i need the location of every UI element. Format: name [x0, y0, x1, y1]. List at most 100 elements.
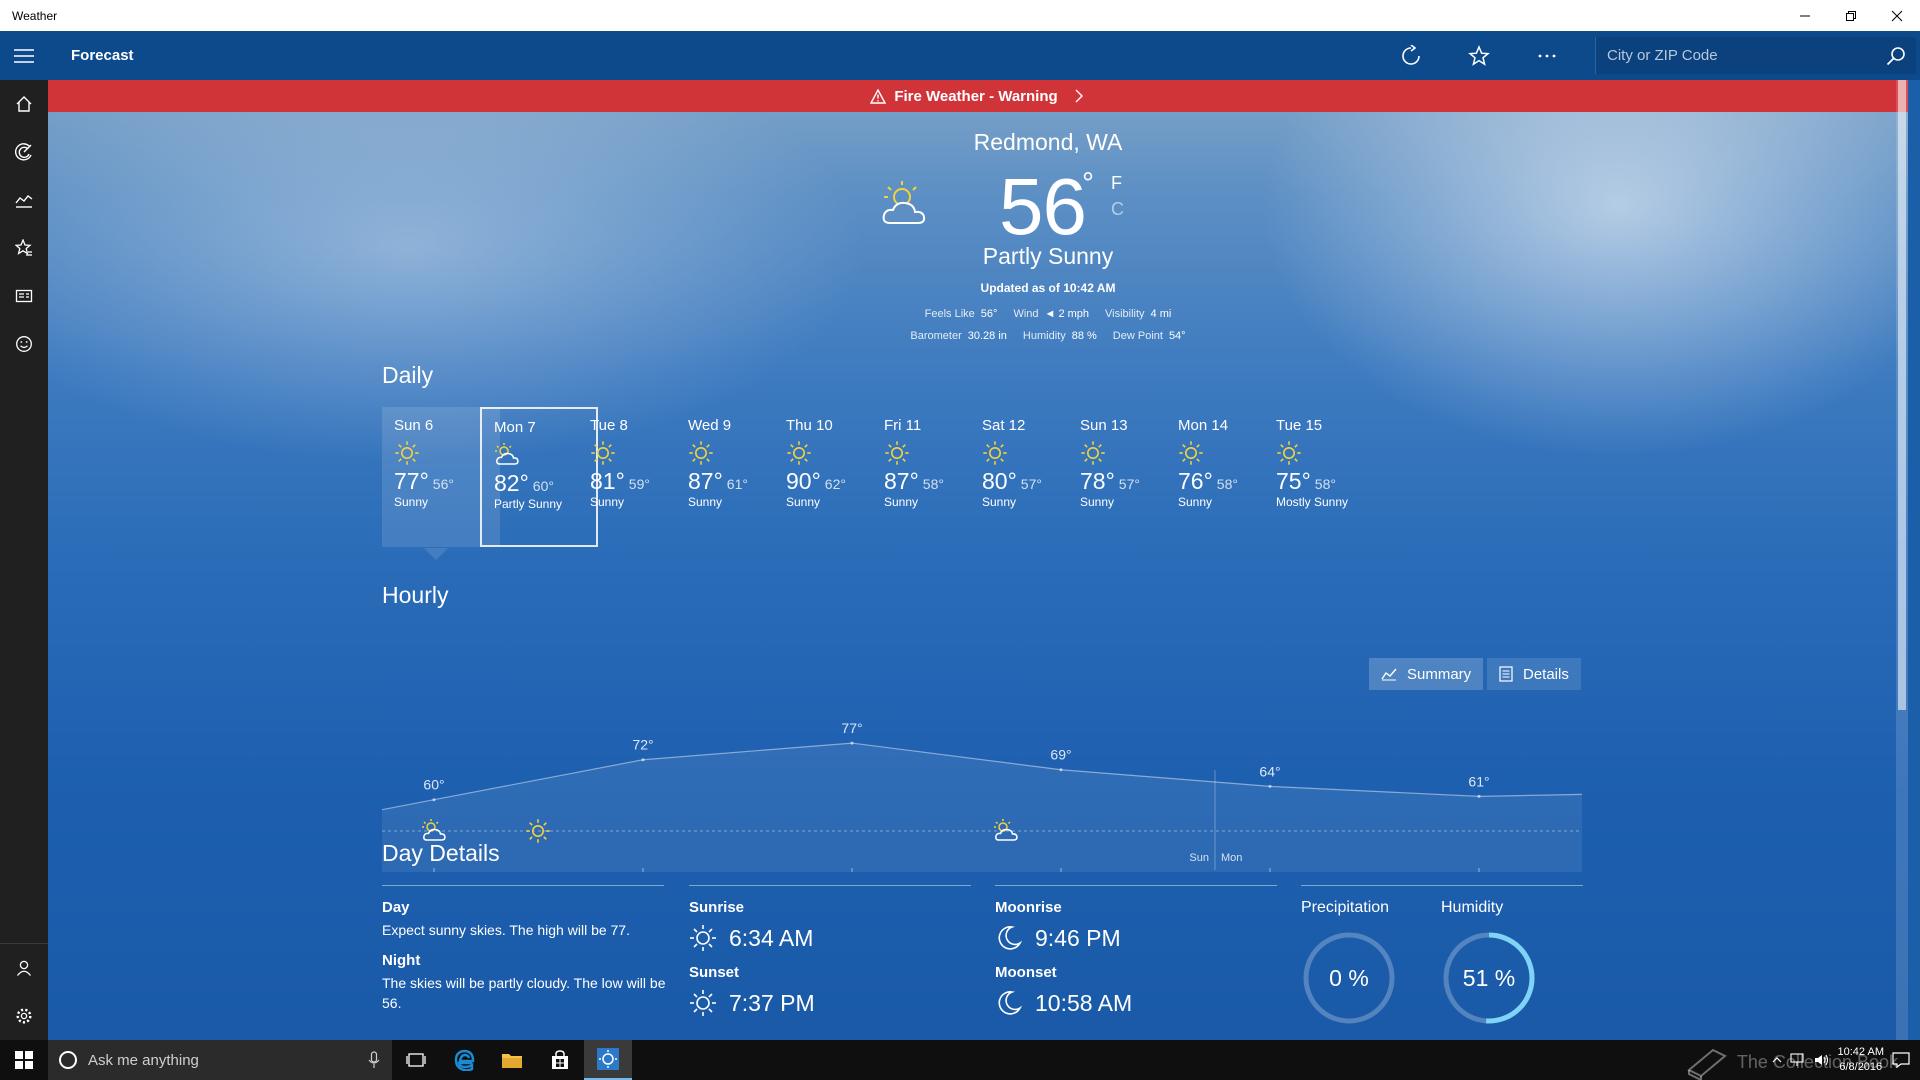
- metric-feels-like: Feels Like 56°: [924, 308, 998, 320]
- hamburger-menu-button[interactable]: [0, 31, 48, 80]
- day-condition: Sunny: [1080, 495, 1115, 509]
- search-icon: [1886, 46, 1905, 65]
- hourly-temp-label: 72°: [632, 737, 653, 753]
- news-icon: [15, 289, 33, 303]
- nav-places[interactable]: [0, 224, 48, 272]
- day-low: 58°: [922, 476, 944, 492]
- taskbar-file-explorer[interactable]: [488, 1040, 536, 1080]
- day-name: Sat 12: [982, 417, 1026, 434]
- sun-icon: [1081, 441, 1105, 465]
- x-tick-label: 5 am: [1462, 877, 1496, 880]
- moon-icon: [998, 991, 1023, 1015]
- summary-tab[interactable]: Summary: [1369, 658, 1484, 690]
- nav-maps[interactable]: [0, 128, 48, 176]
- day-split-after: Mon: [1221, 852, 1242, 864]
- sunrise-time: 6:34 AM: [729, 924, 814, 951]
- search-button[interactable]: [1876, 37, 1916, 74]
- scrollbar-thumb[interactable]: [1898, 80, 1906, 710]
- day-high: 80°: [982, 468, 1017, 494]
- day-icon: [394, 440, 488, 466]
- metric-dew-point: Dew Point 54°: [1112, 330, 1186, 342]
- taskbar-weather[interactable]: [584, 1040, 632, 1080]
- cortana-search[interactable]: Ask me anything: [48, 1040, 392, 1080]
- unit-fahrenheit[interactable]: F: [1111, 173, 1122, 194]
- sun-icon: [1179, 441, 1203, 465]
- hourly-temp-label: 61°: [1468, 773, 1489, 789]
- moonrise-row: 9:46 PM: [995, 924, 1275, 952]
- taskbar-edge[interactable]: [440, 1040, 488, 1080]
- day-low: 59°: [628, 476, 650, 492]
- start-button[interactable]: [0, 1040, 48, 1080]
- x-tick-label: 1 am: [1253, 877, 1287, 880]
- day-high: 81°: [590, 468, 625, 494]
- day-condition: Sunny: [688, 495, 723, 509]
- nav-home[interactable]: [0, 80, 48, 128]
- day-high: 76°: [1178, 468, 1213, 494]
- refresh-button[interactable]: [1377, 31, 1445, 80]
- summary-label: Summary: [1407, 665, 1472, 683]
- sun-icon: [885, 441, 909, 465]
- temperature-value: 56: [999, 162, 1087, 251]
- scrollbar[interactable]: [1896, 80, 1908, 1040]
- nav-account[interactable]: [0, 944, 48, 992]
- day-text: Expect sunny skies. The high will be 77.: [382, 922, 630, 938]
- taskbar-store[interactable]: [536, 1040, 584, 1080]
- task-view-button[interactable]: [392, 1040, 440, 1080]
- x-tick-label: 1 pm: [625, 877, 660, 880]
- day-temps: 81° 59°: [590, 468, 684, 495]
- unit-celsius[interactable]: C: [1111, 199, 1124, 220]
- cortana-icon: [59, 1051, 77, 1069]
- day-name: Mon 14: [1178, 417, 1229, 434]
- day-temps: 78° 57°: [1080, 468, 1174, 495]
- gear-icon: [16, 1008, 32, 1024]
- precipitation-value: 0 %: [1329, 964, 1369, 991]
- sun-icon: [1277, 441, 1301, 465]
- sunset-time: 7:37 PM: [729, 989, 815, 1016]
- weather-alert-banner[interactable]: Fire Weather - Warning: [48, 80, 1908, 112]
- more-options-button[interactable]: [1513, 31, 1581, 80]
- sun-icon: [983, 441, 1007, 465]
- restore-button[interactable]: [1828, 0, 1874, 31]
- hourly-temp-label: 77°: [841, 720, 862, 736]
- windows-logo-icon: [15, 1051, 33, 1069]
- hourly-chart: Sun Mon 60° 9 am 72° 1 pm 77° 5 pm 69° 9 pm 64° 1…: [382, 720, 1582, 880]
- favorite-button[interactable]: [1445, 31, 1513, 80]
- more-icon: [1538, 54, 1556, 57]
- sun-times: Sunrise 6:34 AM Sunset 7:37 PM: [689, 899, 969, 1017]
- nav-life[interactable]: [0, 320, 48, 368]
- close-button[interactable]: [1874, 0, 1920, 31]
- search-input[interactable]: [1596, 37, 1876, 74]
- window-title: Weather: [12, 8, 58, 23]
- precipitation-label: Precipitation: [1301, 899, 1390, 916]
- chevron-right-icon: [1075, 89, 1083, 103]
- day-icon: [1276, 440, 1370, 466]
- day-icon: [982, 440, 1076, 466]
- day-low: 57°: [1118, 476, 1140, 492]
- nav-historical[interactable]: [0, 176, 48, 224]
- microphone-icon: [368, 1051, 380, 1068]
- day-temps: 87° 58°: [884, 468, 978, 495]
- day-name: Fri 11: [884, 417, 922, 434]
- day-name: Wed 9: [688, 417, 732, 434]
- minimize-button[interactable]: [1782, 0, 1828, 31]
- day-condition: Sunny: [590, 495, 625, 509]
- day-temps: 75° 58°: [1276, 468, 1370, 495]
- day-icon: [1080, 440, 1174, 466]
- nav-news[interactable]: [0, 272, 48, 320]
- daily-heading: Daily: [382, 362, 434, 388]
- day-icon: [494, 442, 584, 468]
- moonrise-label: Moonrise: [995, 899, 1062, 916]
- metrics-row-1: Feels Like 56° Wind ◄ 2 mph Visibility 4 mi: [748, 308, 1348, 320]
- details-tab[interactable]: Details: [1487, 658, 1581, 690]
- day-temps: 90° 62°: [786, 468, 880, 495]
- day-high: 87°: [688, 468, 723, 494]
- window-titlebar: Weather: [0, 0, 1920, 31]
- day-temps: 76° 58°: [1178, 468, 1272, 495]
- day-details-heading: Day Details: [382, 840, 500, 866]
- day-night-summary: Day Expect sunny skies. The high will be…: [382, 899, 672, 1013]
- day-temps: 77° 56°: [394, 468, 488, 495]
- nav-settings[interactable]: [0, 992, 48, 1040]
- day-condition: Sunny: [884, 495, 919, 509]
- hourly-heading: Hourly: [382, 582, 449, 608]
- day-tile[interactable]: Tue 15 75° 58° Mostly Sunny: [1264, 407, 1382, 547]
